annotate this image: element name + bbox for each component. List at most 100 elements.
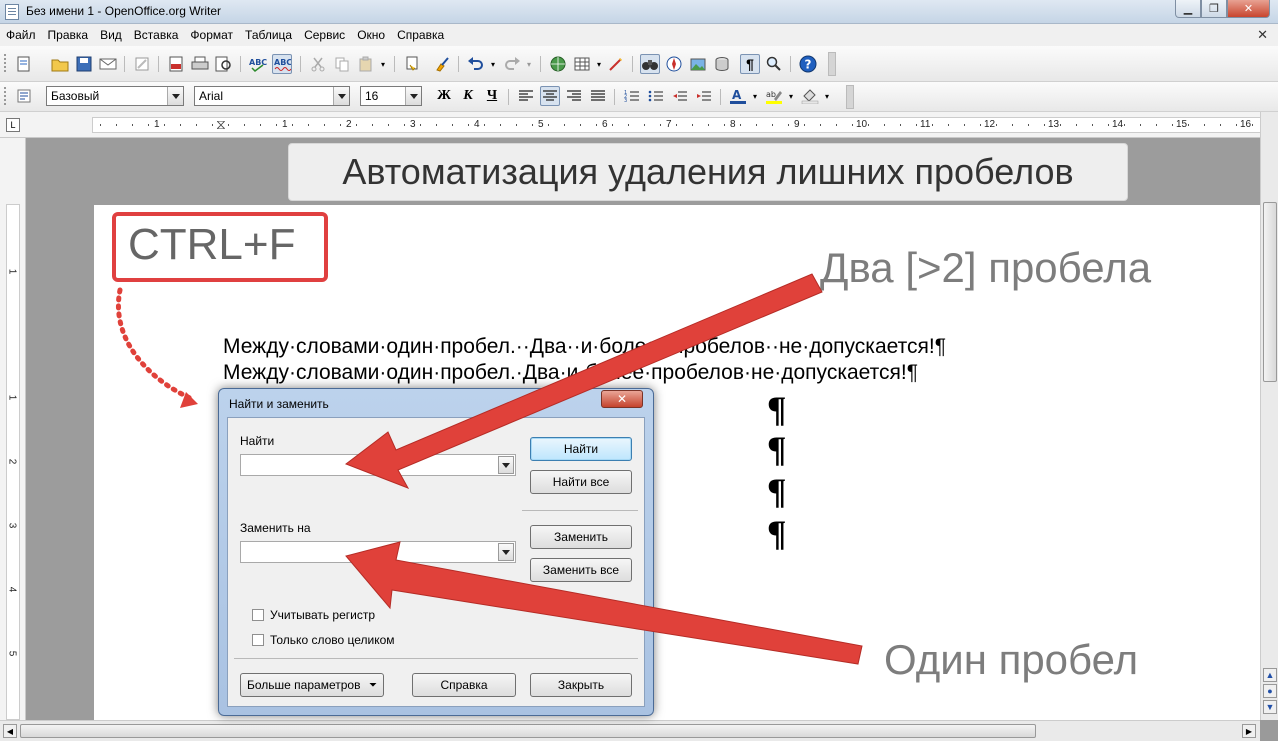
font-color-dropdown-icon[interactable]: ▾ [750, 86, 760, 106]
paste-icon[interactable] [356, 54, 376, 74]
match-case-checkbox[interactable] [252, 609, 264, 621]
toolbar-overflow-button[interactable] [828, 52, 836, 76]
close-dialog-button[interactable]: Закрыть [530, 673, 632, 697]
paragraph-style-select[interactable]: Базовый [46, 86, 184, 106]
table-dropdown-icon[interactable]: ▾ [594, 54, 604, 74]
next-page-icon[interactable]: ▼ [1263, 700, 1277, 714]
undo-dropdown-icon[interactable]: ▾ [488, 54, 498, 74]
edit-file-icon[interactable] [132, 54, 152, 74]
decrease-indent-icon[interactable] [670, 86, 690, 106]
font-name-select[interactable]: Arial [194, 86, 350, 106]
highlighting-dropdown-icon[interactable]: ▾ [786, 86, 796, 106]
menu-tools[interactable]: Сервис [304, 28, 345, 42]
horizontal-scrollbar[interactable]: ◀ ▶ [0, 720, 1260, 741]
match-case-label[interactable]: Учитывать регистр [270, 608, 375, 622]
numbering-icon[interactable]: 123 [622, 86, 642, 106]
menu-help[interactable]: Справка [397, 28, 444, 42]
paste-dropdown-icon[interactable]: ▾ [378, 54, 388, 74]
chevron-down-icon[interactable] [167, 87, 183, 105]
find-button[interactable]: Найти [530, 437, 632, 461]
italic-button[interactable]: К [458, 86, 478, 106]
gallery-icon[interactable] [688, 54, 708, 74]
increase-indent-icon[interactable] [694, 86, 714, 106]
close-document-icon[interactable]: ✕ [1257, 27, 1268, 43]
chevron-down-icon[interactable] [498, 456, 514, 474]
whole-words-checkbox[interactable] [252, 634, 264, 646]
previous-page-icon[interactable]: ▲ [1263, 668, 1277, 682]
toolbar-overflow-button[interactable] [846, 85, 854, 109]
replace-input[interactable] [240, 541, 516, 563]
underline-button[interactable]: Ч [482, 86, 502, 106]
new-document-icon[interactable] [14, 54, 34, 74]
align-right-icon[interactable] [564, 86, 584, 106]
save-icon[interactable] [74, 54, 94, 74]
bold-button[interactable]: Ж [434, 86, 454, 106]
menu-format[interactable]: Формат [190, 28, 233, 42]
background-color-icon[interactable] [800, 86, 820, 106]
print-preview-icon[interactable] [214, 54, 234, 74]
highlighting-icon[interactable]: ab [764, 86, 784, 106]
replace-button[interactable]: Заменить [530, 525, 632, 549]
hyperlink-icon[interactable] [548, 54, 568, 74]
align-left-icon[interactable] [516, 86, 536, 106]
help-button[interactable]: Справка [412, 673, 516, 697]
document-line-1[interactable]: Между·словами·один·пробел.··Два··и·более… [223, 335, 946, 359]
scroll-left-icon[interactable]: ◀ [3, 724, 17, 738]
clone-formatting-icon[interactable] [402, 54, 422, 74]
open-folder-icon[interactable] [50, 54, 70, 74]
minimize-button[interactable]: ▁ [1175, 0, 1201, 18]
toolbar-grip[interactable] [4, 54, 7, 72]
menu-table[interactable]: Таблица [245, 28, 292, 42]
indent-marker-icon[interactable]: ⧖ [216, 116, 226, 133]
menu-window[interactable]: Окно [357, 28, 385, 42]
vertical-scrollbar[interactable]: ▲ ● ▼ [1260, 112, 1278, 720]
chevron-down-icon[interactable] [498, 543, 514, 561]
navigation-icon[interactable]: ● [1263, 684, 1277, 698]
dialog-close-button[interactable]: ✕ [601, 390, 643, 408]
export-pdf-icon[interactable] [166, 54, 186, 74]
spellcheck-icon[interactable]: ABC [248, 54, 268, 74]
whole-words-label[interactable]: Только слово целиком [270, 633, 395, 647]
find-replace-binoculars-icon[interactable] [640, 54, 660, 74]
email-icon[interactable] [98, 54, 118, 74]
vertical-ruler[interactable]: 1 1 2 3 4 5 [0, 138, 26, 720]
cut-icon[interactable] [308, 54, 328, 74]
navigator-icon[interactable] [664, 54, 684, 74]
paintbrush-icon[interactable] [432, 54, 452, 74]
copy-icon[interactable] [332, 54, 352, 74]
styles-formatting-icon[interactable] [14, 86, 34, 106]
chevron-down-icon[interactable] [405, 87, 421, 105]
chevron-down-icon[interactable] [333, 87, 349, 105]
maximize-button[interactable]: ❐ [1201, 0, 1227, 18]
horizontal-ruler[interactable]: L ⧖ 1 1 2 3 4 5 6 7 8 9 10 11 12 13 14 1… [0, 112, 1278, 138]
menu-file[interactable]: Файл [6, 28, 36, 42]
font-size-select[interactable]: 16 [360, 86, 422, 106]
align-justify-icon[interactable] [588, 86, 608, 106]
find-all-button[interactable]: Найти все [530, 470, 632, 494]
close-window-button[interactable]: ✕ [1227, 0, 1270, 18]
background-color-dropdown-icon[interactable]: ▾ [822, 86, 832, 106]
toolbar-grip[interactable] [4, 87, 7, 105]
data-sources-icon[interactable] [712, 54, 732, 74]
tab-stop-selector[interactable]: L [6, 118, 20, 132]
help-icon[interactable]: ? [798, 54, 818, 74]
print-icon[interactable] [190, 54, 210, 74]
font-color-icon[interactable]: A [728, 86, 748, 106]
formatting-marks-icon[interactable]: ¶ [740, 54, 760, 74]
autospellcheck-icon[interactable]: ABC [272, 54, 292, 74]
menu-edit[interactable]: Правка [48, 28, 89, 42]
vertical-scroll-thumb[interactable] [1263, 202, 1277, 382]
replace-all-button[interactable]: Заменить все [530, 558, 632, 582]
scroll-right-icon[interactable]: ▶ [1242, 724, 1256, 738]
more-options-button[interactable]: Больше параметров ⏷ [240, 673, 384, 697]
horizontal-scroll-thumb[interactable] [20, 724, 1036, 738]
table-icon[interactable] [572, 54, 592, 74]
redo-dropdown-icon[interactable]: ▾ [524, 54, 534, 74]
document-line-2[interactable]: Между·словами·один·пробел.·Два·и·более·п… [223, 361, 918, 385]
menu-view[interactable]: Вид [100, 28, 122, 42]
draw-functions-icon[interactable] [606, 54, 626, 74]
align-center-icon[interactable] [540, 86, 560, 106]
bullets-icon[interactable] [646, 86, 666, 106]
menu-insert[interactable]: Вставка [134, 28, 179, 42]
zoom-icon[interactable] [764, 54, 784, 74]
